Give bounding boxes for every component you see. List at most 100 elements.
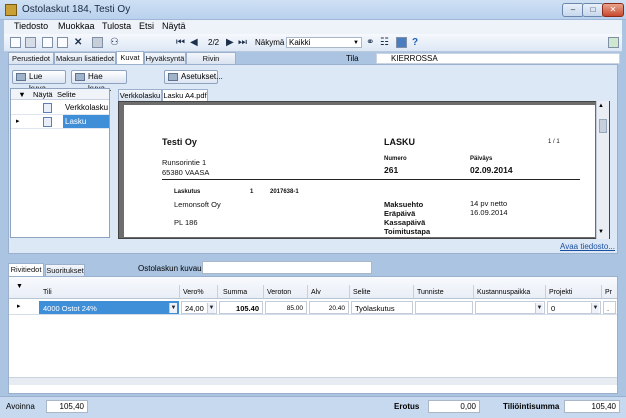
filter-icon[interactable]: ☷: [380, 37, 389, 48]
tab-pdf[interactable]: Lasku A4.pdf: [162, 89, 208, 101]
delete-icon[interactable]: ✕: [74, 37, 82, 48]
tab-approval[interactable]: Hyväksyntä: [144, 52, 186, 64]
divider: [349, 285, 350, 298]
fetch-image-button[interactable]: Hae kuva...: [71, 70, 127, 93]
vat-cell[interactable]: 20.40: [309, 301, 349, 314]
toolbar: ✕ ⚇ ⏮ ◀ 2/2 ▶ ⏭ Näkymä Kaikki ▼ ⚭ ☷ ?: [4, 34, 622, 52]
save-icon[interactable]: [25, 37, 36, 48]
divider: [413, 285, 414, 298]
open-file-link[interactable]: Avaa tiedosto...: [560, 242, 615, 251]
next-record-icon[interactable]: ▶: [226, 37, 234, 48]
col-amount[interactable]: Summa: [223, 289, 247, 296]
help-icon[interactable]: ?: [412, 37, 418, 48]
link-icon[interactable]: ⚭: [366, 37, 374, 48]
extra-cell[interactable]: .: [603, 301, 616, 314]
cost-center-cell[interactable]: ▼: [475, 301, 545, 314]
col-project[interactable]: Projekti: [549, 289, 572, 296]
menu-print[interactable]: Tulosta: [102, 21, 131, 31]
document-icon: [43, 117, 52, 127]
identifier-cell[interactable]: [415, 301, 473, 314]
window-icon[interactable]: [396, 37, 407, 48]
col-net[interactable]: Veroton: [267, 289, 291, 296]
project-cell[interactable]: 0 ▼: [547, 301, 601, 314]
difference-label: Erotus: [394, 402, 420, 411]
invoice-title: LASKU: [384, 137, 415, 147]
list-item[interactable]: Verkkolasku: [11, 101, 109, 115]
table-scrollbar[interactable]: [9, 377, 617, 385]
col-identifier[interactable]: Tunniste: [417, 289, 444, 296]
col-cost-center[interactable]: Kustannuspaikka: [477, 289, 530, 296]
tab-images[interactable]: Kuvat: [116, 51, 144, 64]
title-bar: Ostolaskut 184, Testi Oy – □ ✕: [0, 0, 626, 20]
binoculars-icon[interactable]: ⚇: [110, 37, 119, 48]
description-cell[interactable]: Työlaskutus: [351, 301, 413, 314]
due-date-label: Eräpäivä: [384, 209, 416, 218]
scroll-down-icon[interactable]: ▼: [598, 229, 604, 235]
menu-edit[interactable]: Muokkaa: [58, 21, 95, 31]
tab-payments[interactable]: Suoritukset: [45, 264, 85, 276]
tab-basic-info[interactable]: Perustiedot: [8, 52, 54, 64]
account-cell[interactable]: 4000 Ostot 24% ▼: [39, 301, 179, 314]
menu-file[interactable]: Tiedosto: [14, 21, 48, 31]
tab-row-info[interactable]: Rivin lisätiedot: [186, 52, 236, 74]
copy-icon[interactable]: [57, 37, 68, 48]
chevron-down-icon[interactable]: ▼: [207, 303, 215, 313]
terms-label: Maksuehto: [384, 200, 424, 209]
view-label: Näkymä: [255, 38, 285, 47]
description-input[interactable]: [202, 261, 372, 274]
last-record-icon[interactable]: ⏭: [238, 37, 247, 48]
first-record-icon[interactable]: ⏮: [176, 37, 185, 48]
previous-record-icon[interactable]: ◀: [190, 37, 198, 48]
customer-po-box: PL 186: [174, 218, 198, 227]
chevron-down-icon[interactable]: ▼: [535, 303, 543, 313]
settings-button[interactable]: Asetukset...: [164, 70, 223, 84]
invoice-number: 261: [384, 165, 399, 175]
menu-view[interactable]: Näytä: [162, 21, 186, 31]
tab-payment-info[interactable]: Maksun lisätiedot: [54, 52, 116, 64]
folder-icon: [16, 73, 26, 81]
menu-search[interactable]: Etsi: [139, 21, 154, 31]
scroll-thumb[interactable]: [599, 119, 607, 133]
chevron-down-icon[interactable]: ▼: [591, 303, 599, 313]
chevron-down-icon[interactable]: ▼: [169, 303, 177, 313]
desc-column-header[interactable]: Selite: [57, 89, 109, 100]
printer-icon[interactable]: [92, 37, 103, 48]
billing-label: Laskutus: [174, 189, 201, 195]
description-label: Ostolaskun kuvaus: [138, 264, 206, 273]
filter-col-icon[interactable]: ▼: [11, 89, 33, 100]
view-select-value: Kaikki: [289, 38, 311, 47]
status-label: Tila: [346, 54, 359, 63]
tab-e-invoice[interactable]: Verkkolasku: [118, 89, 162, 101]
tax-rate-cell[interactable]: 24,00 ▼: [181, 301, 217, 314]
status-bar: Avoinna 105,40 Erotus 0,00 Tiliöintisumm…: [0, 396, 626, 418]
filter-icon[interactable]: ▼: [16, 283, 23, 290]
tab-row-details[interactable]: Rivitiedot: [8, 263, 44, 276]
list-item-selected[interactable]: ▸ Lasku A4.pdf: [11, 115, 109, 140]
divider: [473, 285, 474, 298]
table-row[interactable]: ▸ 4000 Ostot 24% ▼ 24,00 ▼ 105.40 85.00 …: [9, 300, 617, 315]
show-column-header[interactable]: Näytä: [33, 89, 57, 100]
tax-rate-value: 24,00: [185, 304, 204, 313]
maximize-button[interactable]: □: [582, 3, 604, 17]
load-image-button[interactable]: Lue kuva...: [12, 70, 66, 93]
view-select[interactable]: Kaikki ▼: [286, 37, 362, 48]
scroll-up-icon[interactable]: ▲: [598, 103, 604, 109]
difference-value: 0,00: [428, 400, 480, 413]
edit-icon[interactable]: [10, 37, 21, 48]
minimize-button[interactable]: –: [562, 3, 584, 17]
col-account[interactable]: Tili: [43, 289, 52, 296]
col-extra[interactable]: Pr: [605, 289, 612, 296]
pdf-scrollbar[interactable]: ▲ ▼: [596, 101, 609, 239]
row-pointer-icon: ▸: [17, 303, 21, 310]
open-amount-value: 105,40: [46, 400, 88, 413]
net-cell[interactable]: 85.00: [265, 301, 307, 314]
close-button[interactable]: ✕: [602, 3, 624, 17]
amount-cell[interactable]: 105.40: [219, 301, 263, 314]
project-value: 0: [551, 304, 556, 313]
col-vat[interactable]: Alv: [311, 289, 321, 296]
new-icon[interactable]: [42, 37, 53, 48]
open-amount-label: Avoinna: [6, 402, 35, 411]
refresh-icon[interactable]: [608, 37, 619, 48]
col-tax-rate[interactable]: Vero%: [183, 289, 204, 296]
col-description[interactable]: Selite: [353, 289, 371, 296]
